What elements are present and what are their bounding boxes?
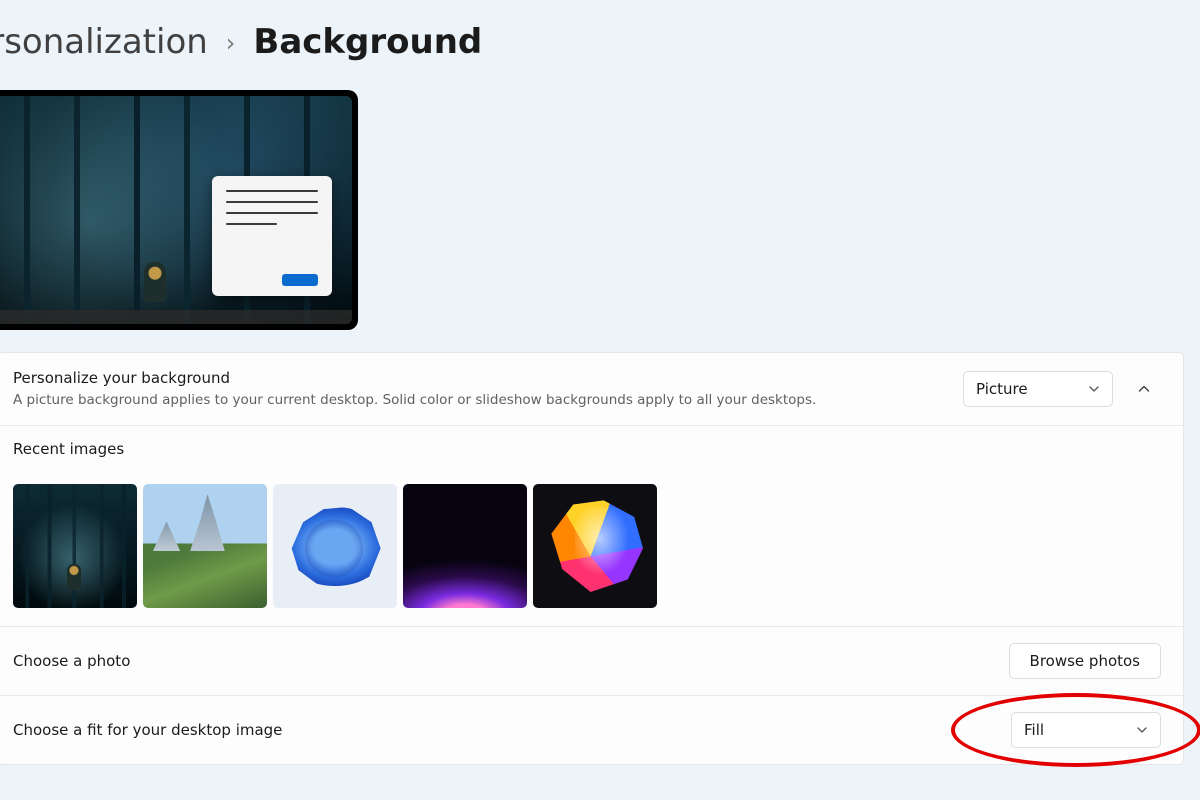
browse-photos-label: Browse photos: [1030, 652, 1140, 670]
personalize-background-title: Personalize your background: [13, 369, 949, 387]
recent-image-thumb[interactable]: [13, 484, 137, 608]
personalize-background-row: Personalize your background A picture ba…: [0, 353, 1183, 426]
desktop-preview: [0, 90, 358, 330]
breadcrumb-current: Background: [253, 22, 482, 62]
background-type-select[interactable]: Picture: [963, 371, 1113, 407]
chevron-right-icon: ›: [226, 29, 236, 57]
choose-photo-title: Choose a photo: [13, 652, 995, 670]
recent-image-thumb[interactable]: [143, 484, 267, 608]
breadcrumb: Personalization › Background: [0, 22, 1200, 62]
choose-fit-row: Choose a fit for your desktop image Fill: [0, 696, 1183, 764]
background-settings-card: Personalize your background A picture ba…: [0, 352, 1184, 765]
collapse-section-button[interactable]: [1127, 372, 1161, 406]
recent-image-thumb[interactable]: [403, 484, 527, 608]
fit-select[interactable]: Fill: [1011, 712, 1161, 748]
desktop-preview-window: [212, 176, 332, 296]
fit-select-value: Fill: [1024, 721, 1044, 739]
recent-images-row: Recent images: [0, 426, 1183, 627]
browse-photos-button[interactable]: Browse photos: [1009, 643, 1161, 679]
recent-image-thumb[interactable]: [533, 484, 657, 608]
chevron-down-icon: [1136, 724, 1148, 736]
chevron-up-icon: [1137, 382, 1151, 396]
background-type-value: Picture: [976, 380, 1028, 398]
personalize-background-subtitle: A picture background applies to your cur…: [13, 391, 949, 409]
recent-images-title: Recent images: [13, 440, 124, 458]
breadcrumb-parent[interactable]: Personalization: [0, 22, 208, 62]
desktop-preview-taskbar: [0, 310, 352, 324]
recent-image-thumb[interactable]: [273, 484, 397, 608]
choose-fit-title: Choose a fit for your desktop image: [13, 721, 997, 739]
chevron-down-icon: [1088, 383, 1100, 395]
choose-photo-row: Choose a photo Browse photos: [0, 627, 1183, 696]
recent-images-list: [13, 484, 657, 608]
